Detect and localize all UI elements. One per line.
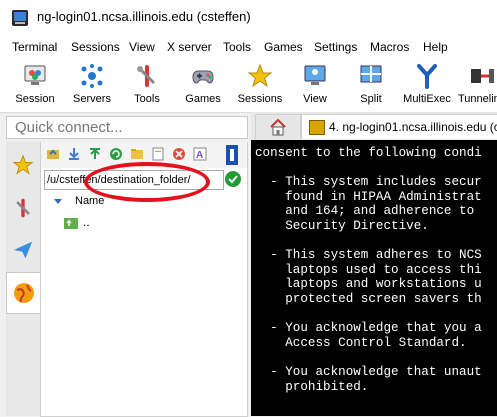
home-icon — [270, 118, 286, 136]
name-column-header[interactable]: Name — [75, 195, 104, 207]
games-icon — [192, 70, 214, 84]
session-tab-strip: 4. ng-login01.ncsa.illinois.edu (cs — [251, 112, 497, 140]
terminal-tab-icon — [309, 120, 325, 135]
remote-path-box — [44, 170, 224, 190]
terminal-line: prohibited. — [285, 379, 369, 394]
terminal-line: - You acknowledge that you a — [270, 321, 482, 336]
path-go-button[interactable] — [225, 171, 241, 187]
refresh-icon[interactable] — [109, 147, 123, 161]
sessions-button[interactable]: Sessions — [234, 58, 286, 110]
sftp-browser-panel: A Name .. — [40, 142, 248, 417]
new-folder-icon[interactable] — [130, 147, 144, 161]
upload-icon[interactable] — [88, 147, 102, 161]
mobaxterm-app-icon[interactable] — [12, 10, 28, 26]
svg-text:A: A — [196, 150, 203, 161]
menu-games[interactable]: Games — [264, 40, 303, 54]
view-icon — [304, 65, 326, 85]
sessions-star-icon — [247, 63, 273, 88]
session-tab[interactable]: 4. ng-login01.ncsa.illinois.edu (cs — [301, 114, 497, 139]
menu-view[interactable]: View — [129, 40, 155, 54]
menu-tools[interactable]: Tools — [223, 40, 251, 54]
split-icon — [360, 65, 382, 83]
menu-sessions[interactable]: Sessions — [71, 40, 120, 54]
sidetab-sftp[interactable] — [6, 272, 40, 314]
menu-x-server[interactable]: X server — [167, 40, 212, 54]
terminal-line: - This system adheres to NCS — [270, 248, 482, 263]
menu-terminal[interactable]: Terminal — [12, 40, 57, 54]
title-bar: ng-login01.ncsa.illinois.edu (csteffen) — [0, 0, 497, 36]
star-icon — [12, 154, 34, 175]
sidetab-tools[interactable] — [6, 188, 40, 228]
multiexec-button[interactable]: MultiExec — [400, 58, 454, 110]
file-list-row-parent[interactable]: .. — [41, 214, 247, 232]
home-tab[interactable] — [255, 114, 301, 139]
terminal-line: consent to the following condi — [255, 146, 482, 160]
paper-plane-icon — [13, 241, 33, 259]
panel-toggle-icon[interactable] — [226, 145, 238, 165]
terminal-line: - You acknowledge that unaut — [270, 364, 482, 379]
tools-icon — [16, 198, 30, 218]
new-file-icon[interactable] — [151, 147, 165, 161]
file-list-header: Name — [41, 192, 247, 212]
globe-icon — [14, 283, 34, 303]
session-button[interactable]: Session — [8, 58, 62, 110]
session-icon — [24, 65, 46, 85]
quick-connect-box — [6, 116, 248, 139]
tools-button[interactable]: Tools — [124, 58, 170, 110]
terminal-text: consent to the following condi - This sy… — [255, 146, 482, 394]
games-button[interactable]: Games — [180, 58, 226, 110]
delete-icon[interactable] — [172, 147, 186, 161]
download-icon[interactable] — [67, 147, 81, 161]
servers-button[interactable]: Servers — [66, 58, 118, 110]
servers-icon — [81, 64, 103, 88]
parent-directory-label: .. — [83, 215, 90, 229]
terminal-line: laptops and workstations u — [285, 277, 482, 292]
session-tab-label: 4. ng-login01.ncsa.illinois.edu (cs — [329, 120, 497, 134]
parent-folder-icon[interactable] — [46, 147, 60, 161]
terminal-line: protected screen savers th — [285, 291, 482, 306]
tunneling-icon — [471, 69, 494, 83]
remote-path-input[interactable] — [47, 172, 221, 188]
multiexec-icon — [417, 64, 437, 89]
menu-settings[interactable]: Settings — [314, 40, 357, 54]
sidetab-sessions[interactable] — [6, 144, 40, 184]
parent-directory-icon — [64, 218, 78, 229]
window-title: ng-login01.ncsa.illinois.edu (csteffen) — [37, 9, 251, 24]
terminal-line: found in HIPAA Administrat — [285, 189, 482, 204]
menu-macros[interactable]: Macros — [370, 40, 409, 54]
main-toolbar: Session Servers Tools Games Sessions Vie… — [0, 58, 497, 113]
terminal-output[interactable]: consent to the following condi - This sy… — [251, 140, 497, 416]
menu-bar: Terminal Sessions View X server Tools Ga… — [0, 36, 497, 58]
side-tab-bar — [6, 142, 40, 416]
terminal-line: Security Directive. — [285, 218, 429, 233]
quick-connect-input[interactable] — [15, 118, 243, 136]
terminal-line: and 164; and adherence to — [285, 204, 475, 219]
checkmark-icon — [228, 175, 238, 184]
tunneling-button[interactable]: Tunneling — [456, 58, 497, 110]
sort-arrow-icon[interactable] — [54, 199, 62, 204]
terminal-line: Access Control Standard. — [285, 335, 467, 350]
terminal-line: - This system includes secur — [270, 175, 482, 190]
menu-help[interactable]: Help — [423, 40, 448, 54]
sidetab-macros[interactable] — [6, 230, 40, 270]
tools-icon — [137, 65, 156, 87]
split-button[interactable]: Split — [352, 58, 390, 110]
view-button[interactable]: View — [296, 58, 334, 110]
terminal-line: laptops used to access thi — [285, 262, 482, 277]
rename-icon[interactable]: A — [193, 147, 207, 161]
sftp-toolbar: A — [41, 142, 247, 168]
